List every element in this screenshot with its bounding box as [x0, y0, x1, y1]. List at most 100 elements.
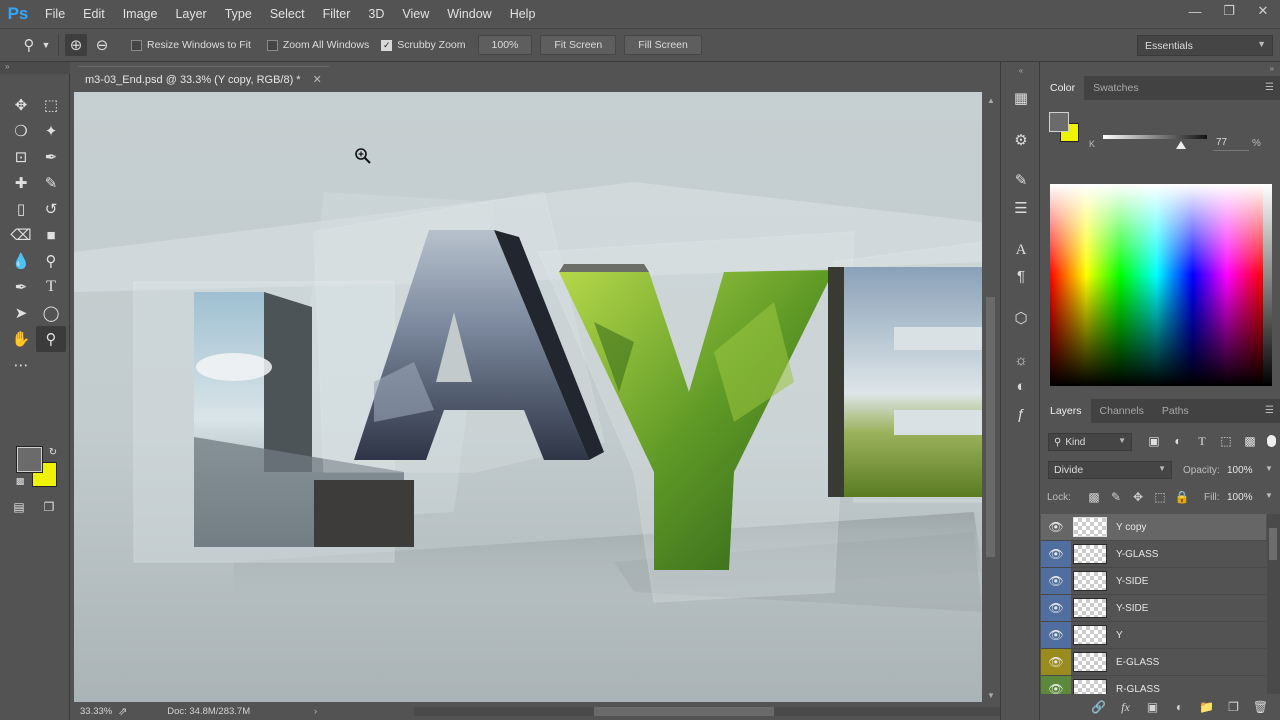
panel-menu-icon[interactable]: ☰	[1265, 82, 1274, 93]
ellipse-tool-icon[interactable]: ◯	[36, 300, 66, 326]
zoom-tool-preset-icon[interactable]: ⚲	[18, 34, 40, 56]
menu-select[interactable]: Select	[261, 0, 314, 28]
zoom-100-button[interactable]: 100%	[477, 35, 533, 55]
scroll-thumb[interactable]	[986, 297, 995, 557]
eye-icon[interactable]: 👁	[1041, 622, 1071, 648]
vertical-scrollbar[interactable]: ▲ ▼	[982, 92, 1000, 704]
scroll-thumb[interactable]	[594, 707, 774, 716]
layer-row-y-glass[interactable]: 👁 Y-GLASS	[1041, 541, 1266, 568]
layer-style-icon[interactable]: fx	[1112, 700, 1139, 715]
3d-panel-icon[interactable]: ⬡	[1009, 306, 1033, 330]
menu-filter[interactable]: Filter	[314, 0, 360, 28]
dodge-tool-icon[interactable]: ⚲	[36, 248, 66, 274]
quick-mask-icon[interactable]: ▤	[8, 496, 30, 518]
collapse-panels-icon[interactable]: »	[1270, 64, 1274, 73]
tab-layers[interactable]: Layers	[1041, 399, 1091, 423]
scrubby-zoom-checkbox[interactable]: ✓ Scrubby Zoom	[381, 39, 466, 51]
minimize-icon[interactable]: —	[1178, 0, 1212, 22]
menu-image[interactable]: Image	[114, 0, 167, 28]
type-tool-icon[interactable]: T	[36, 274, 66, 300]
layer-row-r-glass[interactable]: 👁 R-GLASS	[1041, 676, 1266, 694]
grayscale-ramp[interactable]	[1263, 184, 1272, 386]
horizontal-scrollbar[interactable]	[414, 707, 1034, 716]
zoom-level[interactable]: 33.33%	[74, 706, 118, 717]
eyedropper-tool-icon[interactable]: ✒	[36, 144, 66, 170]
fill-value[interactable]: 100%	[1227, 492, 1253, 503]
history-brush-tool-icon[interactable]: ↺	[36, 196, 66, 222]
shape-filter-icon[interactable]: ⬚	[1214, 434, 1238, 449]
clone-stamp-tool-icon[interactable]: ▯	[6, 196, 36, 222]
gradient-tool-icon[interactable]: ■	[36, 222, 66, 248]
menu-file[interactable]: File	[36, 0, 74, 28]
blur-tool-icon[interactable]: 💧	[6, 248, 36, 274]
chevron-down-icon[interactable]: ▼	[1265, 491, 1273, 500]
screen-mode-icon[interactable]: ❐	[38, 496, 60, 518]
adjustment-filter-icon[interactable]: ◐	[1166, 434, 1190, 449]
eye-icon[interactable]: 👁	[1041, 649, 1071, 675]
layers-scrollbar[interactable]	[1267, 514, 1280, 694]
layer-row-y-side[interactable]: 👁 Y-SIDE	[1041, 568, 1266, 595]
chevron-down-icon[interactable]: ▼	[1265, 464, 1273, 473]
crop-tool-icon[interactable]: ⊡	[6, 144, 36, 170]
eye-icon[interactable]: 👁	[1041, 541, 1071, 567]
menu-type[interactable]: Type	[216, 0, 261, 28]
menu-3d[interactable]: 3D	[359, 0, 393, 28]
fill-screen-button[interactable]: Fill Screen	[624, 35, 702, 55]
eye-icon[interactable]: 👁	[1041, 676, 1071, 694]
lock-all-icon[interactable]: 🔒	[1171, 490, 1193, 504]
tab-color[interactable]: Color	[1041, 76, 1085, 100]
adjustment-layer-icon[interactable]: ◐	[1166, 700, 1193, 714]
properties-panel-icon[interactable]: ⚙	[1009, 128, 1033, 152]
actions-panel-icon[interactable]: ƒ	[1009, 402, 1033, 426]
healing-brush-tool-icon[interactable]: ✚	[6, 170, 36, 196]
close-tab-icon[interactable]: ✕	[313, 73, 322, 86]
restore-icon[interactable]: ❐	[1212, 0, 1246, 22]
close-icon[interactable]: ✕	[1246, 0, 1280, 22]
color-spectrum[interactable]	[1050, 184, 1272, 386]
tab-swatches[interactable]: Swatches	[1084, 76, 1148, 100]
document-canvas[interactable]	[74, 92, 982, 704]
edit-toolbar-icon[interactable]: ⋯	[6, 352, 36, 378]
character-panel-icon[interactable]: A	[1009, 238, 1033, 262]
menu-layer[interactable]: Layer	[166, 0, 215, 28]
menu-window[interactable]: Window	[438, 0, 500, 28]
zoom-in-icon[interactable]: ⊕	[65, 34, 87, 56]
layer-row-y-copy[interactable]: 👁 Y copy	[1041, 514, 1266, 541]
status-menu-arrow-icon[interactable]: ›	[314, 706, 317, 717]
layer-row-e-glass[interactable]: 👁 E-GLASS	[1041, 649, 1266, 676]
resize-windows-checkbox[interactable]: Resize Windows to Fit	[131, 39, 251, 51]
menu-view[interactable]: View	[393, 0, 438, 28]
scroll-up-icon[interactable]: ▲	[987, 96, 995, 105]
eraser-tool-icon[interactable]: ⌫	[6, 222, 36, 248]
lock-transparency-icon[interactable]: ▩	[1083, 490, 1105, 504]
scroll-thumb[interactable]	[1269, 528, 1277, 560]
lock-pixels-icon[interactable]: ✎	[1105, 490, 1127, 504]
zoom-out-icon[interactable]: ⊖	[91, 34, 113, 56]
type-filter-icon[interactable]: T	[1190, 434, 1214, 449]
collapse-toolbar-icon[interactable]: »	[0, 62, 70, 74]
opacity-value[interactable]: 100%	[1227, 465, 1253, 476]
smart-object-filter-icon[interactable]: ▩	[1238, 434, 1262, 449]
menu-edit[interactable]: Edit	[74, 0, 114, 28]
brush-presets-icon[interactable]: ✎	[1009, 168, 1033, 192]
layer-row-y-side[interactable]: 👁 Y-SIDE	[1041, 595, 1266, 622]
marquee-tool-icon[interactable]: ⬚	[36, 92, 66, 118]
share-icon[interactable]: ⇗	[118, 705, 127, 718]
link-layers-icon[interactable]: 🔗	[1085, 700, 1112, 714]
chevron-down-icon[interactable]: ▼	[40, 34, 52, 56]
magic-wand-tool-icon[interactable]: ✦	[36, 118, 66, 144]
blend-mode-select[interactable]: Divide ▼	[1048, 461, 1172, 479]
hand-tool-icon[interactable]: ✋	[6, 326, 36, 352]
k-slider-track[interactable]	[1103, 135, 1207, 139]
color-foreground-swatch[interactable]	[1049, 112, 1069, 132]
paragraph-panel-icon[interactable]: ¶	[1009, 264, 1033, 288]
adjustments-panel-icon[interactable]: ☰	[1009, 196, 1033, 220]
layer-row-y[interactable]: 👁 Y	[1041, 622, 1266, 649]
add-mask-icon[interactable]: ▣	[1139, 700, 1166, 714]
eye-icon[interactable]: 👁	[1041, 514, 1071, 540]
zoom-tool-icon[interactable]: ⚲	[36, 326, 66, 352]
lasso-tool-icon[interactable]: ❍	[6, 118, 36, 144]
new-group-icon[interactable]: 📁	[1193, 700, 1220, 714]
menu-help[interactable]: Help	[501, 0, 545, 28]
pixel-filter-icon[interactable]: ▣	[1142, 434, 1166, 449]
